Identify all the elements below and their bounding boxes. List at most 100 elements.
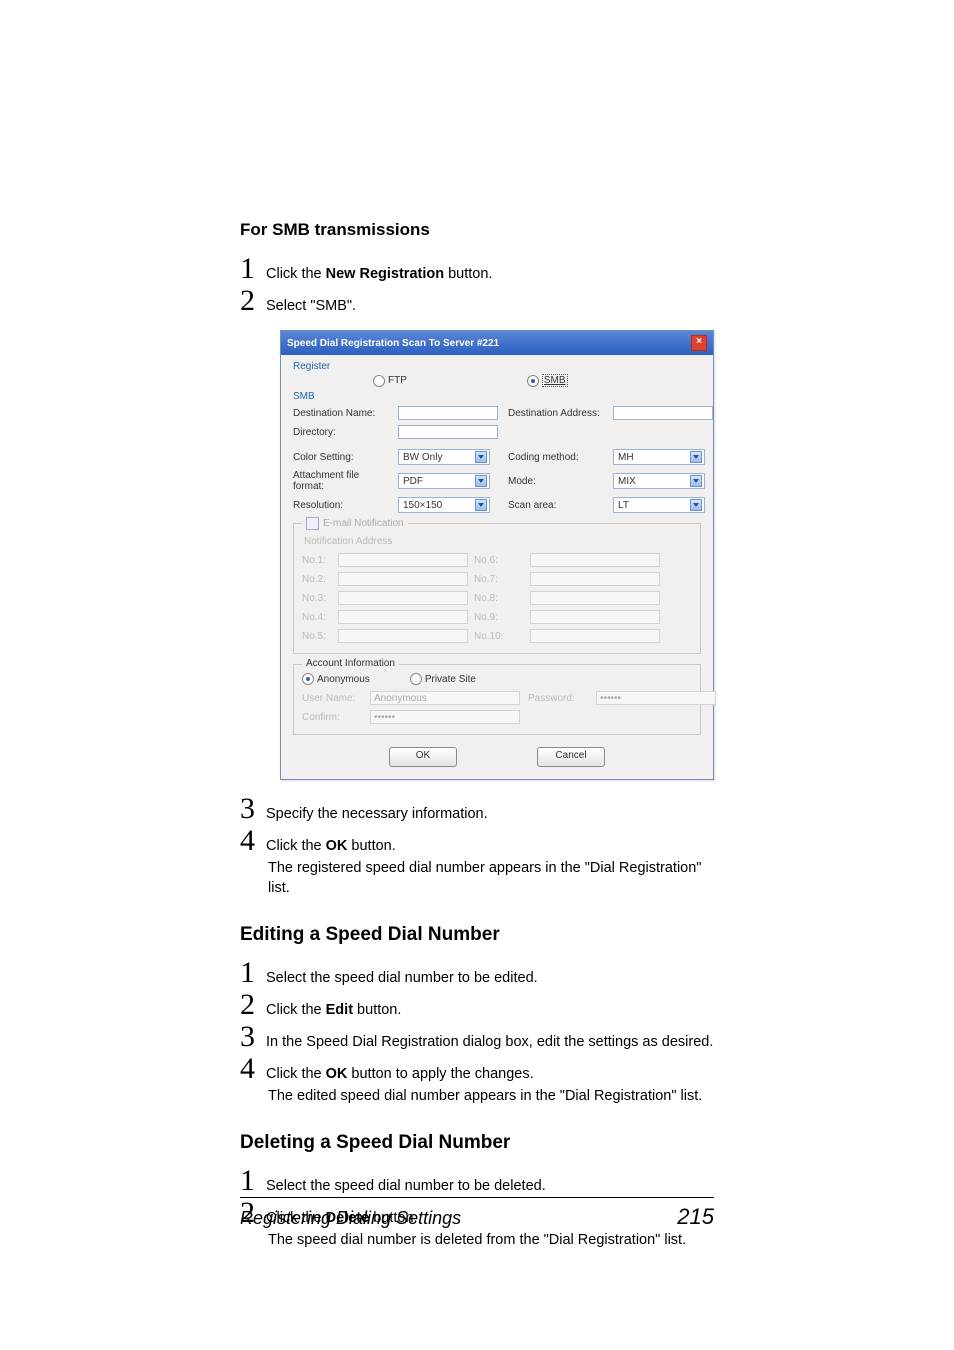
smb-form-selects: Color Setting: BW Only Coding method: MH… bbox=[293, 449, 701, 513]
select-reso[interactable]: 150×150 bbox=[398, 497, 490, 513]
value: PDF bbox=[403, 476, 423, 487]
step-text: Specify the necessary information. bbox=[266, 804, 488, 824]
input-n3 bbox=[338, 591, 468, 605]
select-color[interactable]: BW Only bbox=[398, 449, 490, 465]
radio-icon bbox=[527, 375, 539, 387]
n9: No.9: bbox=[474, 612, 524, 623]
label: SMB bbox=[544, 375, 566, 386]
cancel-button[interactable]: Cancel bbox=[537, 747, 605, 767]
acct-grid: User Name: Anonymous Password: •••••• Co… bbox=[302, 691, 692, 724]
step-2: 2 Click the Edit button. bbox=[240, 990, 714, 1020]
legend: E-mail Notification bbox=[302, 517, 408, 530]
step-2: 2 Select "SMB". bbox=[240, 286, 714, 316]
label-user: User Name: bbox=[302, 693, 362, 704]
input-dest-name[interactable] bbox=[398, 406, 498, 420]
label-directory: Directory: bbox=[293, 427, 388, 438]
steps-edit: 1 Select the speed dial number to be edi… bbox=[240, 958, 714, 1106]
footer-title: Registering Dialing Settings bbox=[240, 1208, 461, 1229]
label-coding: Coding method: bbox=[508, 452, 603, 463]
chevron-down-icon bbox=[690, 451, 702, 463]
n4: No.4: bbox=[302, 612, 332, 623]
n6: No.6: bbox=[474, 555, 524, 566]
value: BW Only bbox=[403, 452, 442, 463]
step-4: 4 Click the OK button. bbox=[240, 826, 714, 856]
n7: No.7: bbox=[474, 574, 524, 585]
dialog-buttons: OK Cancel bbox=[293, 747, 701, 767]
n10: No.10: bbox=[474, 631, 524, 642]
email-notification-group: E-mail Notification Notification Address… bbox=[293, 523, 701, 654]
label: FTP bbox=[388, 375, 407, 386]
step-text: Click the New Registration button. bbox=[266, 264, 492, 284]
steps-smb-34: 3 Specify the necessary information. 4 C… bbox=[240, 794, 714, 898]
label-reso: Resolution: bbox=[293, 500, 388, 511]
value: 150×150 bbox=[403, 500, 442, 511]
bold: OK bbox=[326, 1066, 348, 1082]
step-text: Click the OK button to apply the changes… bbox=[266, 1064, 534, 1084]
chevron-down-icon bbox=[690, 499, 702, 511]
label-confirm: Confirm: bbox=[302, 712, 362, 723]
radio-private[interactable]: Private Site bbox=[410, 673, 476, 685]
select-attach[interactable]: PDF bbox=[398, 473, 490, 489]
step-num: 2 bbox=[240, 990, 258, 1020]
step-text: Select the speed dial number to be delet… bbox=[266, 1176, 546, 1196]
n5: No.5: bbox=[302, 631, 332, 642]
txt: button to apply the changes. bbox=[347, 1066, 533, 1082]
label: Private Site bbox=[425, 674, 476, 685]
smb-form: Destination Name: Destination Address: D… bbox=[293, 406, 701, 439]
label-attach: Attachment file format: bbox=[293, 470, 388, 492]
value: LT bbox=[618, 500, 629, 511]
chevron-down-icon bbox=[475, 475, 487, 487]
label: E-mail Notification bbox=[323, 518, 404, 529]
label-dest-name: Destination Name: bbox=[293, 408, 388, 419]
checkbox-icon[interactable] bbox=[306, 517, 319, 530]
input-n4 bbox=[338, 610, 468, 624]
select-scan[interactable]: LT bbox=[613, 497, 705, 513]
radio-anonymous[interactable]: Anonymous bbox=[302, 673, 370, 685]
select-coding[interactable]: MH bbox=[613, 449, 705, 465]
step-3: 3 In the Speed Dial Registration dialog … bbox=[240, 1022, 714, 1052]
step-num: 3 bbox=[240, 794, 258, 824]
bold: New Registration bbox=[326, 266, 444, 282]
step-text: Select "SMB". bbox=[266, 296, 356, 316]
page-number: 215 bbox=[677, 1204, 714, 1230]
step-num: 2 bbox=[240, 286, 258, 316]
step-text: In the Speed Dial Registration dialog bo… bbox=[266, 1032, 713, 1052]
n2: No.2: bbox=[302, 574, 332, 585]
input-dest-addr[interactable] bbox=[613, 406, 713, 420]
legend: Account Information bbox=[302, 658, 399, 669]
radio-ftp[interactable]: FTP bbox=[373, 374, 407, 387]
input-n1 bbox=[338, 553, 468, 567]
input-n6 bbox=[530, 553, 660, 567]
label-color: Color Setting: bbox=[293, 452, 388, 463]
step-text: Select the speed dial number to be edite… bbox=[266, 968, 538, 988]
register-radios: FTP SMB bbox=[293, 374, 701, 387]
step-2-sub: The speed dial number is deleted from th… bbox=[268, 1230, 714, 1250]
input-pass: •••••• bbox=[596, 691, 716, 705]
acct-radios: Anonymous Private Site bbox=[302, 673, 692, 685]
steps-smb-12: 1 Click the New Registration button. 2 S… bbox=[240, 254, 714, 316]
chevron-down-icon bbox=[690, 475, 702, 487]
heading-smb: For SMB transmissions bbox=[240, 220, 714, 240]
step-num: 4 bbox=[240, 1054, 258, 1084]
smb-section-label: SMB bbox=[293, 391, 701, 402]
input-directory[interactable] bbox=[398, 425, 498, 439]
close-icon[interactable]: × bbox=[691, 335, 707, 351]
txt: Click the bbox=[266, 838, 326, 854]
select-mode[interactable]: MIX bbox=[613, 473, 705, 489]
notif-address-label: Notification Address bbox=[304, 536, 692, 547]
heading-editing: Editing a Speed Dial Number bbox=[240, 924, 714, 946]
chevron-down-icon bbox=[475, 451, 487, 463]
step-1: 1 Click the New Registration button. bbox=[240, 254, 714, 284]
step-text: Click the Edit button. bbox=[266, 1000, 401, 1020]
label-mode: Mode: bbox=[508, 476, 603, 487]
n1: No.1: bbox=[302, 555, 332, 566]
radio-icon bbox=[410, 673, 422, 685]
dialog-title-bar: Speed Dial Registration Scan To Server #… bbox=[281, 331, 713, 355]
txt: button. bbox=[347, 838, 395, 854]
radio-smb[interactable]: SMB bbox=[527, 374, 568, 387]
txt: button. bbox=[353, 1002, 401, 1018]
input-n7 bbox=[530, 572, 660, 586]
txt: Click the bbox=[266, 1066, 326, 1082]
ok-button[interactable]: OK bbox=[389, 747, 457, 767]
txt: Click the bbox=[266, 1002, 326, 1018]
